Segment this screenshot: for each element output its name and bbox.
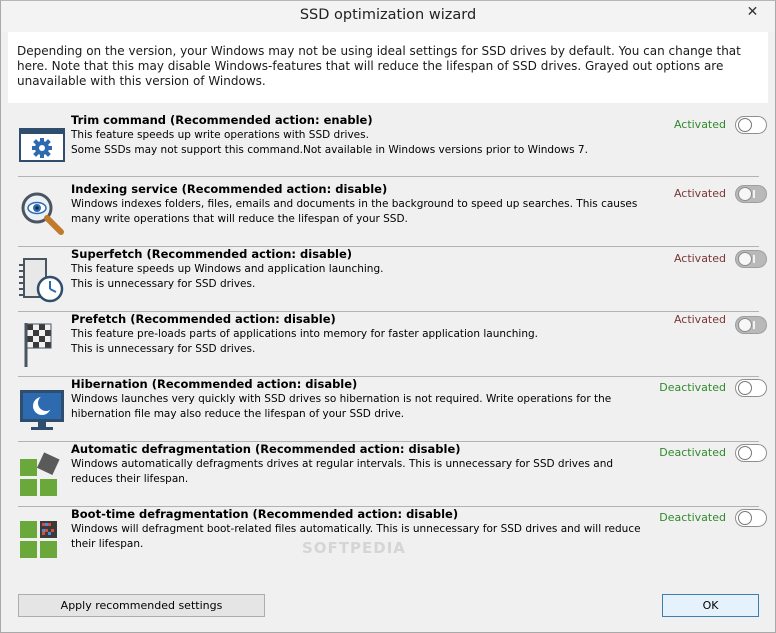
status-label: Deactivated <box>659 511 726 524</box>
feature-row-indexing: Indexing service (Recommended action: di… <box>18 182 767 247</box>
prefetch-toggle[interactable] <box>735 316 767 334</box>
divider <box>18 176 759 177</box>
feature-description: This feature speeds up write operations … <box>71 128 631 158</box>
feature-title: Indexing service (Recommended action: di… <box>71 182 388 196</box>
description-line: This is unnecessary for SSD drives. <box>71 278 256 290</box>
status-label: Activated <box>673 187 726 200</box>
feature-title: Trim command (Recommended action: enable… <box>71 113 373 127</box>
description-line: This is unnecessary for SSD drives. <box>71 343 256 355</box>
description-line: reduces their lifespan. <box>71 473 189 485</box>
toggle-knob <box>738 118 752 132</box>
toggle-bar <box>753 190 755 198</box>
feature-title: Superfetch (Recommended action: disable) <box>71 247 353 261</box>
clock-chip-icon <box>18 256 66 304</box>
watermark: SOFTPEDIA <box>302 539 406 557</box>
description-line: hibernation file may also reduce the lif… <box>71 408 405 420</box>
trim-toggle[interactable] <box>735 116 767 134</box>
feature-title: Hibernation (Recommended action: disable… <box>71 377 358 391</box>
description-line: Some SSDs may not support this command.N… <box>71 144 588 156</box>
moon-monitor-icon <box>18 385 66 433</box>
description-line: This feature pre-loads parts of applicat… <box>71 328 539 340</box>
toggle-knob <box>738 381 752 395</box>
status-label: Activated <box>673 252 726 265</box>
feature-description: This feature speeds up Windows and appli… <box>71 262 631 292</box>
content-frame: Depending on the version, your Windows m… <box>8 32 768 627</box>
title-bar[interactable]: SSD optimization wizard ✕ <box>1 1 775 32</box>
close-button[interactable]: ✕ <box>735 2 770 22</box>
superfetch-toggle[interactable] <box>735 250 767 268</box>
description-line: many write operations that will reduce t… <box>71 213 408 225</box>
status-label: Activated <box>673 313 726 326</box>
toggle-knob <box>738 252 752 266</box>
description-line: This feature speeds up Windows and appli… <box>71 263 384 275</box>
description-line: Windows launches very quickly with SSD d… <box>71 393 612 405</box>
toggle-knob <box>738 318 752 332</box>
intro-panel: Depending on the version, your Windows m… <box>8 32 768 103</box>
status-label: Deactivated <box>659 381 726 394</box>
status-label: Activated <box>673 118 726 131</box>
defrag-blocks-icon <box>18 451 66 499</box>
gear-window-icon <box>18 121 66 169</box>
feature-description: Windows automatically defragments drives… <box>71 457 631 487</box>
description-line: Windows automatically defragments drives… <box>71 458 614 470</box>
feature-title: Automatic defragmentation (Recommended a… <box>71 442 461 456</box>
wizard-window: SSD optimization wizard ✕ Depending on t… <box>0 0 776 633</box>
description-line: Windows indexes folders, files, emails a… <box>71 198 638 210</box>
toggle-knob <box>738 187 752 201</box>
ok-button[interactable]: OK <box>662 594 759 617</box>
intro-text: Depending on the version, your Windows m… <box>17 44 741 88</box>
feature-row-superfetch: Superfetch (Recommended action: disable)… <box>18 247 767 312</box>
hibernation-toggle[interactable] <box>735 379 767 397</box>
boot-defrag-toggle[interactable] <box>735 509 767 527</box>
checkered-flag-icon <box>18 321 66 369</box>
feature-description: Windows launches very quickly with SSD d… <box>71 392 631 422</box>
feature-row-prefetch: Prefetch (Recommended action: disable) T… <box>18 312 767 377</box>
feature-description: This feature pre-loads parts of applicat… <box>71 327 631 357</box>
feature-list: Trim command (Recommended action: enable… <box>8 103 768 596</box>
toggle-knob <box>738 511 752 525</box>
toggle-bar <box>753 321 755 329</box>
feature-row-hibernation: Hibernation (Recommended action: disable… <box>18 377 767 442</box>
indexing-toggle[interactable] <box>735 185 767 203</box>
status-label: Deactivated <box>659 446 726 459</box>
defrag-grid-icon <box>18 517 66 565</box>
toggle-knob <box>738 446 752 460</box>
feature-row-auto-defrag: Automatic defragmentation (Recommended a… <box>18 442 767 507</box>
auto-defrag-toggle[interactable] <box>735 444 767 462</box>
apply-recommended-button[interactable]: Apply recommended settings <box>18 594 265 617</box>
description-line: This feature speeds up write operations … <box>71 129 369 141</box>
feature-row-trim: Trim command (Recommended action: enable… <box>18 113 767 177</box>
magnifier-eye-icon <box>18 189 66 237</box>
description-line: Windows will defragment boot-related fil… <box>71 523 641 535</box>
feature-title: Prefetch (Recommended action: disable) <box>71 312 336 326</box>
window-title: SSD optimization wizard <box>299 7 477 23</box>
feature-title: Boot-time defragmentation (Recommended a… <box>71 507 459 521</box>
feature-description: Windows indexes folders, files, emails a… <box>71 197 638 227</box>
toggle-bar <box>753 255 755 263</box>
